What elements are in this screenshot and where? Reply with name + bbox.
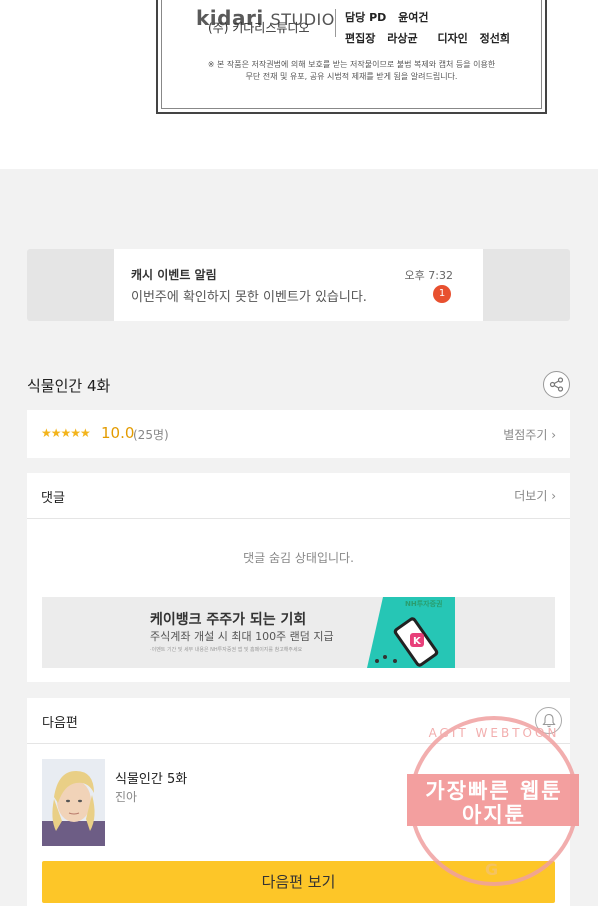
editor-name: 라상균 xyxy=(387,32,418,45)
rating-score: 10.0 xyxy=(101,424,135,442)
studio-logo-suffix: STUDIO xyxy=(270,10,335,29)
event-notification[interactable]: 캐시 이벤트 알림 이번주에 확인하지 못한 이벤트가 있습니다. 오후 7:3… xyxy=(114,249,483,321)
next-episode-heading: 다음편 xyxy=(42,716,78,731)
event-time: 오후 7:32 xyxy=(404,269,453,282)
rating-card: ★★★★★ 10.0 (25명) 별점주기 › xyxy=(27,410,570,458)
credit-row-pd: 담당 PD 윤여건 xyxy=(345,9,436,25)
notice-line-1: ※ 본 작품은 저작권법에 의해 보호를 받는 저작물이므로 불법 복제와 캡처… xyxy=(207,60,496,69)
next-episode-header: 다음편 xyxy=(27,698,570,744)
next-episode-title[interactable]: 식물인간 5화 xyxy=(115,768,187,787)
credit-row-staff: 편집장 라상균 디자인 정선희 xyxy=(345,30,518,46)
editor-label: 편집장 xyxy=(345,32,376,45)
rating-count: (25명) xyxy=(133,428,169,442)
next-episode-thumbnail[interactable] xyxy=(42,759,105,846)
episode-title: 식물인간 4화 xyxy=(27,377,111,395)
designer-label: 디자인 xyxy=(437,32,468,45)
event-title: 캐시 이벤트 알림 xyxy=(131,268,217,282)
next-episode-button[interactable]: 다음편 보기 xyxy=(42,861,555,903)
credits-frame: kidari STUDIO (주) 키다리스튜디오 담당 PD 윤여건 편집장 … xyxy=(156,0,547,114)
studio-logo-brand: kidari xyxy=(196,6,264,30)
ad-banner[interactable]: 케이뱅크 주주가 되는 기회 주식계좌 개설 시 최대 100주 랜덤 지급 ·… xyxy=(42,597,555,668)
comments-header: 댓글 더보기 › xyxy=(27,473,570,519)
next-episode-author: 진아 xyxy=(115,790,138,804)
share-button[interactable] xyxy=(543,371,570,398)
comments-card: 댓글 더보기 › 댓글 숨김 상태입니다. 케이뱅크 주주가 되는 기회 주식계… xyxy=(27,473,570,682)
comments-more-link[interactable]: 더보기 › xyxy=(514,487,556,504)
rate-button[interactable]: 별점주기 › xyxy=(503,426,556,443)
comments-title: 댓글 xyxy=(41,491,65,506)
pd-label: 담당 PD xyxy=(345,11,387,24)
credits-section: kidari STUDIO (주) 키다리스튜디오 담당 PD 윤여건 편집장 … xyxy=(0,0,598,169)
ad-title: 케이뱅크 주주가 되는 기회 xyxy=(150,612,307,628)
studio-logo: kidari STUDIO xyxy=(196,6,335,30)
ad-fine-print: ·이벤트 기간 및 세부 내용은 NH투자증권 앱 및 홈페이지를 참고해주세요 xyxy=(150,647,303,653)
event-count-badge: 1 xyxy=(433,285,451,303)
notification-bell-button[interactable] xyxy=(535,707,562,734)
svg-text:K: K xyxy=(413,636,422,647)
event-message: 이번주에 확인하지 못한 이벤트가 있습니다. xyxy=(131,290,367,305)
notice-line-2: 무단 전재 및 유포, 공유 시법적 제재를 받게 됨을 알려드립니다. xyxy=(245,72,458,81)
share-icon xyxy=(549,377,564,392)
rating-stars: ★★★★★ xyxy=(41,426,91,440)
bell-icon xyxy=(541,713,556,728)
ad-brand-logo: NH투자증권 xyxy=(405,600,443,608)
pd-name: 윤여건 xyxy=(398,11,429,24)
copyright-notice: ※ 본 작품은 저작권법에 의해 보호를 받는 저작물이므로 불법 복제와 캡처… xyxy=(178,59,525,83)
ad-subtitle: 주식계좌 개설 시 최대 100주 랜덤 지급 xyxy=(150,630,334,643)
designer-name: 정선희 xyxy=(479,32,511,45)
comments-hidden-message: 댓글 숨김 상태입니다. xyxy=(243,551,354,565)
studio-company-name: (주) 키다리스튜디오 xyxy=(208,21,310,35)
next-episode-card: 다음편 식물인간 5화 진아 다음편 보기 xyxy=(27,698,570,906)
event-banner[interactable]: 캐시 이벤트 알림 이번주에 확인하지 못한 이벤트가 있습니다. 오후 7:3… xyxy=(27,249,570,321)
credit-divider xyxy=(335,9,336,37)
